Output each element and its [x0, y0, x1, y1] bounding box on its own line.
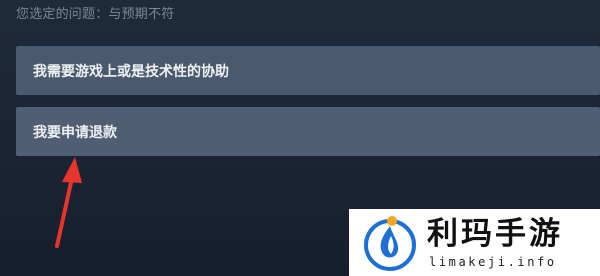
option-technical-help-label: 我需要游戏上或是技术性的协助 [33, 63, 229, 80]
option-request-refund-label: 我要申请退款 [33, 124, 117, 141]
watermark-url: limakeji.info [429, 255, 557, 269]
option-technical-help[interactable]: 我需要游戏上或是技术性的协助 [16, 46, 600, 95]
watermark: 利玛手游 limakeji.info [349, 209, 600, 276]
option-request-refund[interactable]: 我要申请退款 [16, 107, 600, 156]
watermark-title: 利玛手游 [427, 216, 563, 252]
selected-issue-text: 您选定的问题：与预期不符 [16, 7, 175, 22]
watermark-logo-icon [364, 216, 416, 271]
